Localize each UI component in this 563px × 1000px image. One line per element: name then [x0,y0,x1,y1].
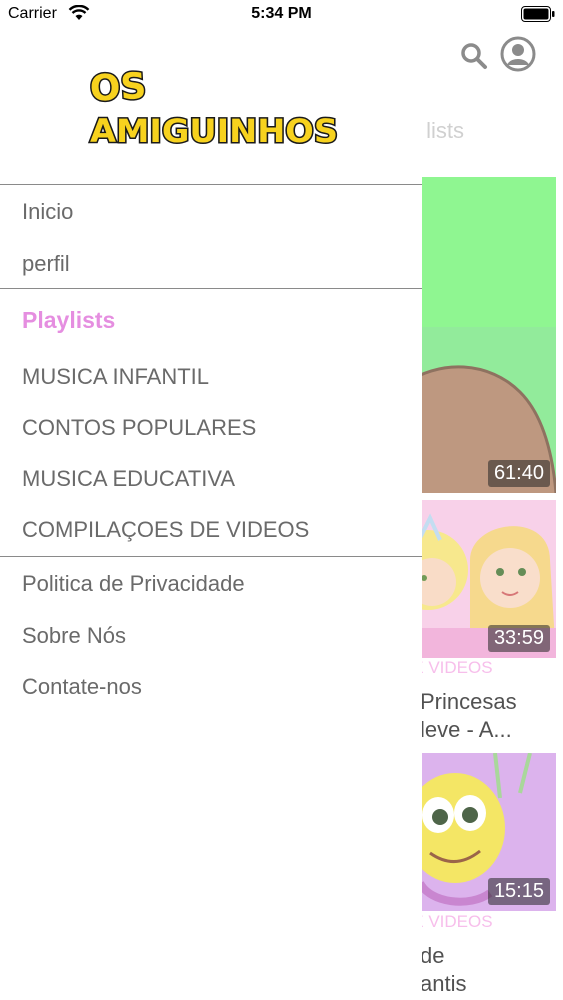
divider [0,556,422,557]
logo-text-top: OS [89,66,148,110]
status-bar: Carrier 5:34 PM [0,0,563,32]
menu-item-inicio[interactable]: Inicio [22,199,73,225]
side-drawer: OS AMIGUINHOS Inicio perfil Playlists MU… [0,0,422,1000]
playlist-item-musica-infantil[interactable]: MUSICA INFANTIL [22,364,209,390]
menu-item-contact[interactable]: Contate-nos [22,674,142,700]
app-logo: OS AMIGUINHOS [87,64,339,151]
battery-icon [521,6,555,22]
logo-text-bottom: AMIGUINHOS [90,112,338,150]
menu-item-privacy-policy[interactable]: Politica de Privacidade [22,571,245,597]
menu-item-perfil[interactable]: perfil [22,251,70,277]
playlist-item-contos-populares[interactable]: CONTOS POPULARES [22,415,256,441]
clock: 5:34 PM [251,5,312,22]
playlist-item-compilacoes-de-videos[interactable]: COMPILAÇOES DE VIDEOS [22,517,309,543]
playlists-header: Playlists [22,307,116,333]
divider [0,184,422,185]
menu-item-about[interactable]: Sobre Nós [22,623,126,649]
divider [0,288,422,289]
playlist-item-musica-educativa[interactable]: MUSICA EDUCATIVA [22,466,235,492]
